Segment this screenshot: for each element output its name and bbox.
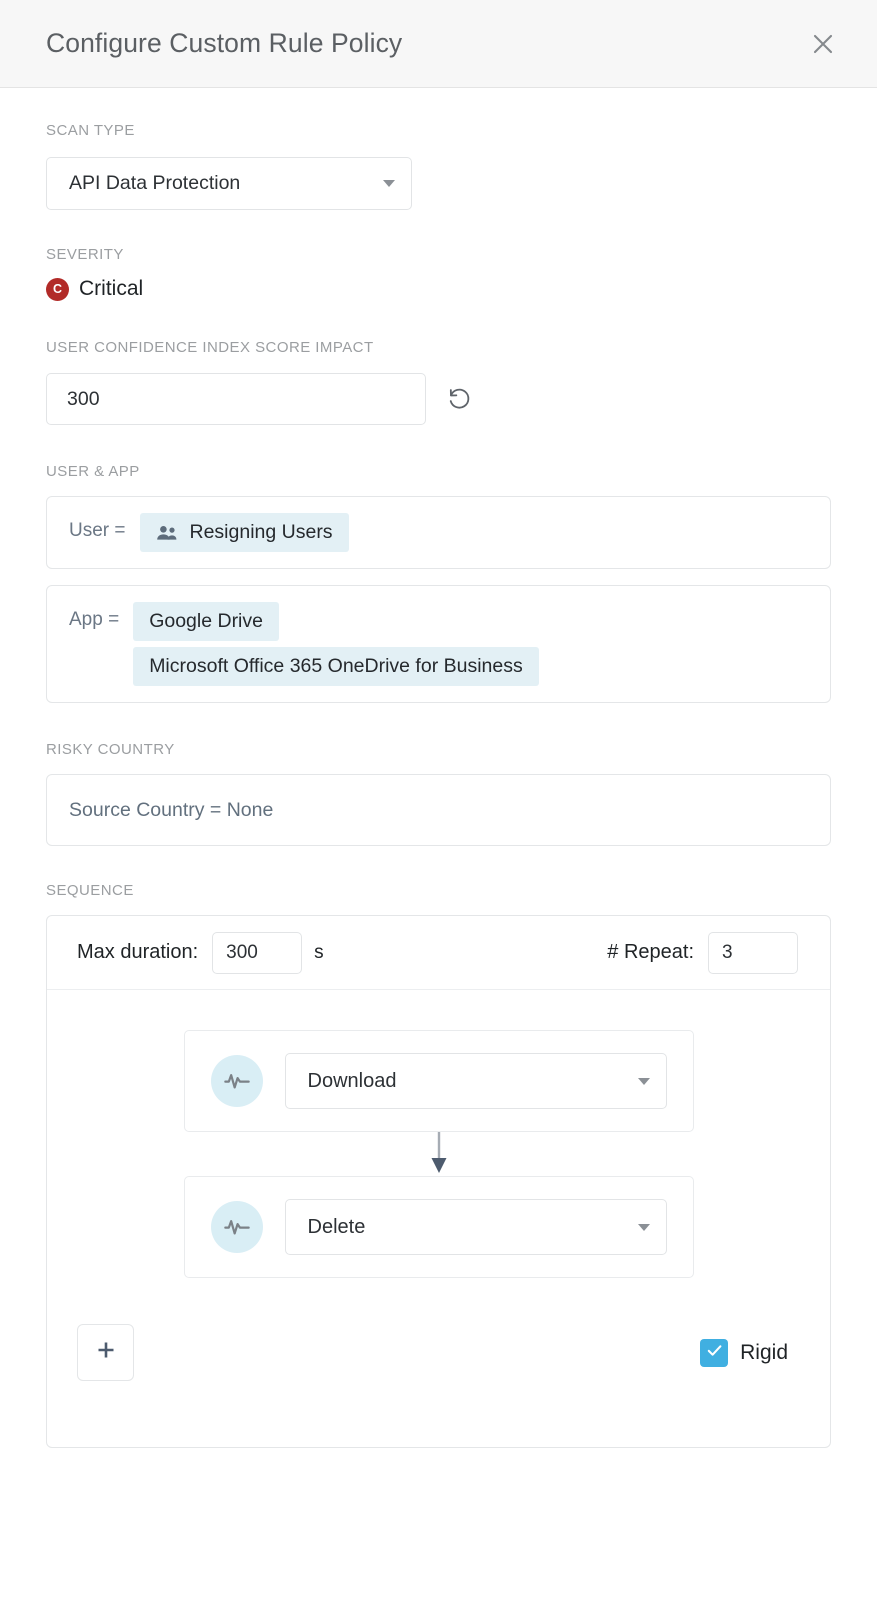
severity-section: SEVERITY C Critical bbox=[46, 210, 831, 301]
app-chip-label: Microsoft Office 365 OneDrive for Busine… bbox=[149, 655, 523, 677]
users-group-icon bbox=[156, 525, 178, 541]
sequence-step-select[interactable]: Download bbox=[284, 1053, 667, 1109]
max-duration-label: Max duration: bbox=[77, 941, 199, 963]
sequence-footer: Rigid bbox=[47, 1278, 830, 1447]
sequence-header-row: Max duration: s # Repeat: bbox=[47, 916, 830, 990]
sequence-section: SEQUENCE Max duration: s # Repeat: bbox=[46, 846, 831, 1448]
user-app-label: USER & APP bbox=[46, 463, 140, 480]
uci-score-section: USER CONFIDENCE INDEX SCORE IMPACT bbox=[46, 301, 831, 425]
severity-label: SEVERITY bbox=[46, 246, 124, 263]
severity-value-row: C Critical bbox=[46, 277, 831, 301]
page-title: Configure Custom Rule Policy bbox=[46, 28, 403, 58]
app-chip[interactable]: Google Drive bbox=[133, 602, 279, 641]
user-app-section: USER & APP User = Resigning Users App = … bbox=[46, 425, 831, 703]
app-condition-row[interactable]: App = Google Drive Microsoft Office 365 … bbox=[46, 585, 831, 703]
app-chip-label: Google Drive bbox=[149, 610, 263, 632]
chevron-down-icon bbox=[637, 1077, 650, 1085]
risky-country-condition[interactable]: Source Country = None bbox=[46, 774, 831, 846]
sequence-step[interactable]: Delete bbox=[183, 1176, 694, 1278]
severity-value: Critical bbox=[79, 277, 144, 300]
chevron-down-icon bbox=[637, 1223, 650, 1231]
app-chip-list: Google Drive Microsoft Office 365 OneDri… bbox=[133, 602, 539, 686]
risky-country-label: RISKY COUNTRY bbox=[46, 741, 175, 758]
user-condition-key: User = bbox=[69, 520, 126, 541]
app-condition-key: App = bbox=[69, 609, 120, 630]
activity-pulse-icon bbox=[210, 1055, 263, 1107]
risky-country-section: RISKY COUNTRY Source Country = None bbox=[46, 703, 831, 846]
checkmark-icon bbox=[705, 1341, 724, 1365]
plus-icon bbox=[94, 1338, 118, 1367]
scan-type-value: API Data Protection bbox=[69, 172, 241, 194]
sequence-step-select[interactable]: Delete bbox=[284, 1199, 667, 1255]
arrow-down-icon bbox=[47, 1132, 830, 1176]
dialog-body: SCAN TYPE API Data Protection SEVERITY C… bbox=[0, 88, 877, 1448]
sequence-step-value: Delete bbox=[307, 1215, 366, 1238]
reset-rotate-ccw-icon[interactable] bbox=[446, 386, 473, 413]
sequence-panel: Max duration: s # Repeat: bbox=[46, 915, 831, 1448]
activity-pulse-icon bbox=[210, 1201, 263, 1253]
chevron-down-icon bbox=[383, 180, 395, 187]
user-chip-list: Resigning Users bbox=[139, 513, 349, 552]
rigid-label: Rigid bbox=[740, 1340, 788, 1364]
uci-score-input[interactable] bbox=[46, 373, 426, 425]
sequence-steps: Download Delete bbox=[47, 990, 830, 1278]
rigid-checkbox[interactable] bbox=[700, 1338, 729, 1367]
user-chip-label: Resigning Users bbox=[189, 521, 333, 543]
uci-score-label: USER CONFIDENCE INDEX SCORE IMPACT bbox=[46, 339, 374, 356]
repeat-input[interactable] bbox=[708, 931, 798, 974]
max-duration-input[interactable] bbox=[212, 931, 303, 974]
close-icon[interactable] bbox=[803, 24, 843, 64]
scan-type-label: SCAN TYPE bbox=[46, 122, 135, 139]
user-condition-row[interactable]: User = Resigning Users bbox=[46, 496, 831, 569]
app-chip[interactable]: Microsoft Office 365 OneDrive for Busine… bbox=[133, 647, 539, 686]
dialog-header: Configure Custom Rule Policy bbox=[0, 0, 877, 88]
sequence-label: SEQUENCE bbox=[46, 882, 134, 899]
sequence-step-value: Download bbox=[307, 1069, 397, 1092]
max-duration-unit: s bbox=[314, 941, 324, 963]
status-badge: C bbox=[46, 277, 69, 301]
configure-custom-rule-policy-dialog: Configure Custom Rule Policy SCAN TYPE A… bbox=[0, 0, 877, 1600]
sequence-step[interactable]: Download bbox=[183, 1030, 694, 1132]
uci-score-row bbox=[46, 373, 831, 425]
scan-type-section: SCAN TYPE API Data Protection bbox=[46, 88, 831, 210]
add-step-button[interactable] bbox=[77, 1324, 134, 1381]
rigid-checkbox-row[interactable]: Rigid bbox=[700, 1338, 788, 1367]
user-chip[interactable]: Resigning Users bbox=[139, 513, 349, 552]
repeat-label: # Repeat: bbox=[607, 941, 694, 963]
scan-type-select[interactable]: API Data Protection bbox=[46, 157, 412, 210]
risky-country-value: Source Country = None bbox=[69, 798, 274, 821]
